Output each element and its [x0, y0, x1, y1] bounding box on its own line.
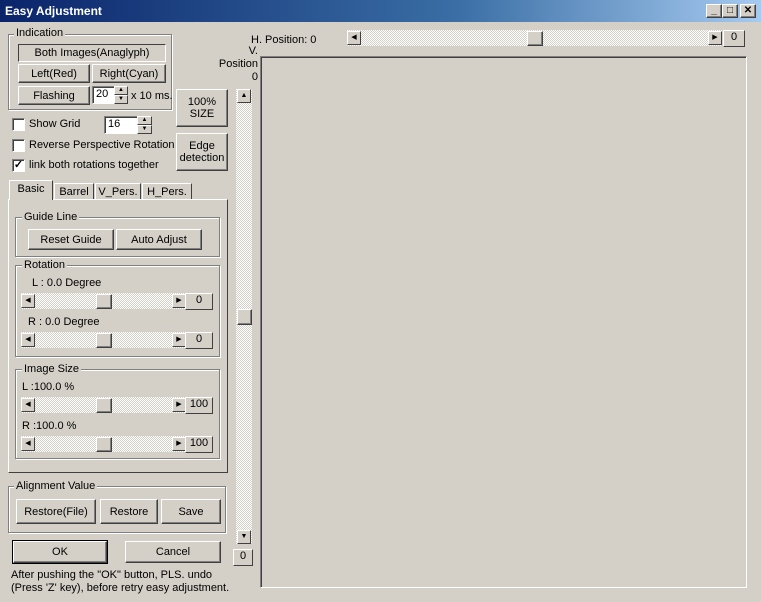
- h-position-label: H. Position: 0: [251, 34, 317, 46]
- ok-button[interactable]: OK: [12, 540, 108, 564]
- save-button[interactable]: Save: [161, 499, 221, 524]
- right-arrow-icon[interactable]: ▶: [172, 437, 186, 451]
- grid-up-arrow-icon[interactable]: ▲: [137, 116, 152, 125]
- slider-thumb[interactable]: [96, 398, 112, 413]
- auto-adjust-button[interactable]: Auto Adjust: [116, 229, 202, 250]
- rotation-right-slider[interactable]: ◀ ▶: [21, 332, 186, 348]
- guide-line-label: Guide Line: [22, 211, 80, 223]
- both-images-button[interactable]: Both Images(Anaglyph): [18, 44, 166, 62]
- slider-thumb[interactable]: [96, 437, 112, 452]
- v-position-value[interactable]: 0: [233, 549, 253, 566]
- show-grid-checkbox[interactable]: [12, 118, 25, 131]
- right-arrow-icon[interactable]: ▶: [708, 31, 722, 45]
- h-position-slider[interactable]: ◀ ▶: [347, 30, 722, 46]
- left-arrow-icon[interactable]: ◀: [21, 333, 35, 347]
- grid-down-arrow-icon[interactable]: ▼: [137, 125, 152, 134]
- rotation-right-label: R : 0.0 Degree: [28, 316, 100, 328]
- slider-thumb[interactable]: [96, 333, 112, 348]
- close-button[interactable]: ✕: [740, 4, 756, 18]
- undo-note: After pushing the "OK" button, PLS. undo…: [11, 569, 230, 594]
- link-rotations-label: link both rotations together: [29, 159, 159, 171]
- left-red-button[interactable]: Left(Red): [18, 64, 90, 83]
- v-position-slider[interactable]: ▲ ▼: [236, 89, 252, 544]
- slider-thumb[interactable]: [527, 31, 543, 46]
- slider-thumb[interactable]: [96, 294, 112, 309]
- right-arrow-icon[interactable]: ▶: [172, 398, 186, 412]
- image-size-left-value[interactable]: 100: [185, 397, 213, 414]
- right-arrow-icon[interactable]: ▶: [172, 294, 186, 308]
- flash-unit-label: x 10 ms.: [131, 90, 173, 102]
- down-arrow-icon[interactable]: ▼: [237, 530, 251, 544]
- edge-detection-button[interactable]: Edge detection: [176, 133, 228, 171]
- restore-button[interactable]: Restore: [100, 499, 158, 524]
- preview-canvas[interactable]: [260, 56, 747, 588]
- tab-v-pers[interactable]: V_Pers.: [95, 183, 141, 200]
- flash-interval-input[interactable]: 20: [92, 86, 116, 104]
- left-arrow-icon[interactable]: ◀: [21, 398, 35, 412]
- rotation-left-slider[interactable]: ◀ ▶: [21, 293, 186, 309]
- image-size-label: Image Size: [22, 363, 82, 375]
- left-arrow-icon[interactable]: ◀: [347, 31, 361, 45]
- right-cyan-button[interactable]: Right(Cyan): [92, 64, 166, 83]
- image-size-left-label: L :100.0 %: [22, 381, 75, 393]
- up-arrow-icon[interactable]: ▲: [237, 89, 251, 103]
- reverse-perspective-label: Reverse Perspective Rotation: [29, 139, 175, 151]
- rotation-left-label: L : 0.0 Degree: [32, 277, 102, 289]
- size-100-button[interactable]: 100% SIZE: [176, 89, 228, 127]
- tab-h-pers[interactable]: H_Pers.: [142, 183, 192, 200]
- image-size-right-value[interactable]: 100: [185, 436, 213, 453]
- tab-basic[interactable]: Basic: [9, 180, 53, 200]
- window-title: Easy Adjustment: [5, 4, 102, 18]
- rotation-right-value[interactable]: 0: [185, 332, 213, 349]
- image-size-right-label: R :100.0 %: [22, 420, 77, 432]
- restore-file-button[interactable]: Restore(File): [16, 499, 96, 524]
- cancel-button[interactable]: Cancel: [125, 541, 221, 563]
- left-arrow-icon[interactable]: ◀: [21, 294, 35, 308]
- minimize-button[interactable]: _: [706, 4, 722, 18]
- title-bar: Easy Adjustment: [0, 0, 761, 22]
- grid-size-input[interactable]: 16: [104, 116, 138, 134]
- show-grid-label: Show Grid: [29, 118, 81, 130]
- reverse-perspective-checkbox[interactable]: [12, 139, 25, 152]
- h-position-value[interactable]: 0: [723, 30, 745, 47]
- v-position-label: V. Position 0: [218, 45, 258, 83]
- reset-guide-button[interactable]: Reset Guide: [28, 229, 114, 250]
- slider-thumb[interactable]: [237, 309, 252, 325]
- alignment-label: Alignment Value: [14, 480, 98, 492]
- flash-up-arrow-icon[interactable]: ▲: [114, 86, 128, 95]
- rotation-label: Rotation: [22, 259, 67, 271]
- tab-barrel[interactable]: Barrel: [54, 183, 94, 200]
- link-rotations-checkbox[interactable]: ✓: [12, 159, 25, 172]
- rotation-left-value[interactable]: 0: [185, 293, 213, 310]
- indication-label: Indication: [14, 27, 66, 39]
- maximize-button[interactable]: □: [722, 4, 738, 18]
- right-arrow-icon[interactable]: ▶: [172, 333, 186, 347]
- flash-down-arrow-icon[interactable]: ▼: [114, 95, 128, 104]
- flashing-button[interactable]: Flashing: [18, 86, 90, 105]
- image-size-left-slider[interactable]: ◀ ▶: [21, 397, 186, 413]
- image-size-right-slider[interactable]: ◀ ▶: [21, 436, 186, 452]
- left-arrow-icon[interactable]: ◀: [21, 437, 35, 451]
